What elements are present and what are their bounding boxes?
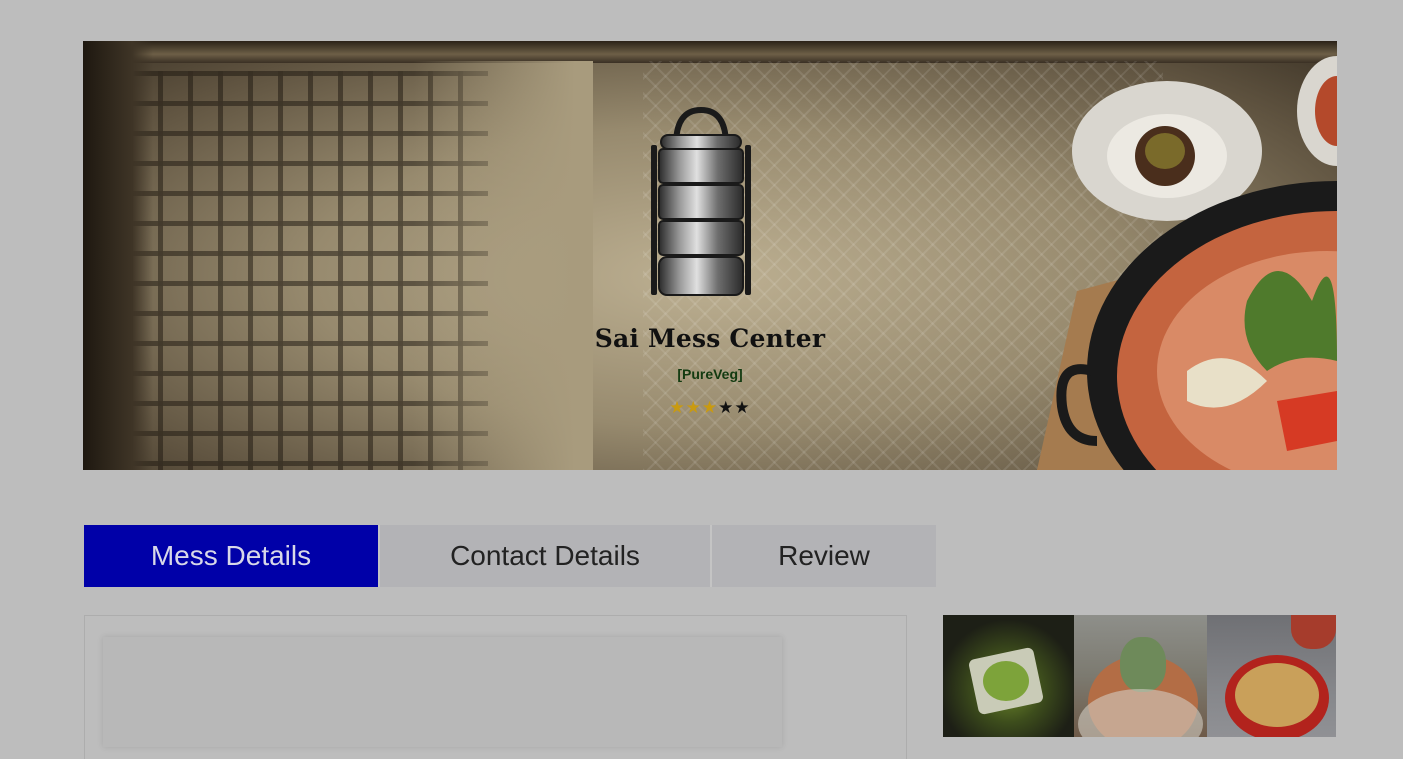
tab-review[interactable]: Review — [710, 525, 936, 587]
star-empty-icon: ★★ — [718, 398, 751, 418]
detail-tabs: Mess Details Contact Details Review — [84, 525, 936, 587]
tiffin-box-icon — [651, 106, 751, 296]
tab-mess-details[interactable]: Mess Details — [84, 525, 378, 587]
rating-stars: ★★★★★ — [83, 398, 1337, 418]
mess-details-panel — [84, 615, 907, 759]
tab-contact-details[interactable]: Contact Details — [378, 525, 710, 587]
star-filled-icon: ★★★ — [669, 398, 719, 418]
mess-banner: Sai Mess Center [PureVeg] ★★★★★ — [83, 41, 1337, 470]
guacamole-image — [943, 615, 1074, 737]
mess-name: Sai Mess Center — [594, 324, 826, 353]
roll-shape — [1120, 637, 1166, 692]
page: Sai Mess Center [PureVeg] ★★★★★ Mess Det… — [0, 0, 1403, 759]
soup-shape — [1235, 663, 1319, 727]
food-gallery — [943, 615, 1336, 737]
spring-roll-image — [1074, 615, 1207, 737]
cup-shape — [1291, 615, 1336, 649]
soup-image — [1207, 615, 1336, 737]
mess-details-card — [103, 637, 782, 747]
guacamole-shape — [983, 661, 1029, 701]
mess-type-label: [PureVeg] — [677, 366, 743, 382]
